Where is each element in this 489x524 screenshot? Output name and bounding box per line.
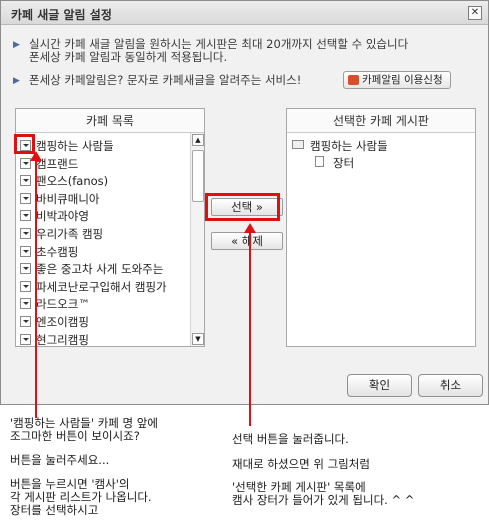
note-left-2: 조그마한 버튼이 보이시죠? — [10, 429, 140, 443]
expand-button-icon[interactable] — [20, 245, 31, 257]
pointer-arrow-right-icon — [244, 223, 256, 233]
title-bar: 카페 새글 알림 설정 ✕ — [1, 1, 488, 25]
cancel-button[interactable]: 취소 — [418, 374, 483, 397]
cafe-name-label: 우리가족 캠핑 — [36, 227, 104, 241]
scroll-up-icon[interactable]: ▲ — [192, 134, 204, 146]
scroll-down-icon[interactable]: ▼ — [192, 333, 204, 345]
cafe-list-panel: 카페 목록 캠핑하는 사람들캠프랜드팬오스(fanos) 바비큐매니아비박과야영우… — [15, 108, 205, 347]
cafe-name-label: 엔조이캠핑 — [36, 315, 89, 329]
cafe-list-item[interactable]: 라드오크™ — [16, 295, 186, 312]
board-icon — [315, 156, 324, 167]
expand-button-icon[interactable] — [20, 210, 31, 222]
cafe-name-label: 바비큐매니아 — [36, 191, 100, 206]
note-left-6: 장터를 선택하시고 — [10, 503, 99, 517]
cafe-name-label: 파세코난로구입해서 캠핑가 — [36, 279, 167, 294]
note-right-1: 선택 버튼을 눌러줍니다. — [232, 432, 349, 446]
cafe-list-item[interactable]: 파세코난로구입해서 캠핑가 — [16, 278, 186, 295]
confirm-button[interactable]: 확인 — [347, 374, 412, 397]
note-left-3: 버튼을 눌러주세요... — [10, 453, 110, 467]
cafe-list-item[interactable]: 현그리캠핑 — [16, 331, 186, 348]
pointer-line-left — [35, 160, 37, 418]
pointer-arrow-left-icon — [30, 151, 42, 161]
cafe-name-label: 좋은 중고차 사게 도와주는 — [36, 262, 164, 277]
expand-button-icon[interactable] — [20, 228, 31, 239]
cafe-name-label: 캠핑하는 사람들 — [36, 139, 114, 153]
selected-cafe-label: 캠핑하는 사람들 — [310, 139, 388, 153]
expand-button-icon[interactable] — [20, 333, 31, 345]
cafe-list-item[interactable]: 우리가족 캠핑 — [16, 225, 186, 242]
expand-button-icon[interactable] — [20, 280, 31, 292]
remove-button[interactable]: « 해제 — [211, 232, 283, 250]
folder-icon — [292, 140, 304, 149]
bullet-arrow-icon: ▶ — [13, 76, 20, 86]
note-right-2: 재대로 하셨으면 위 그림처럼 — [232, 457, 370, 471]
expand-button-icon[interactable] — [20, 298, 31, 310]
note-right-4: 캠사 장터가 들어가 있게 됩니다. ^ ^ — [232, 493, 415, 507]
cafe-name-label: 라드오크™ — [36, 297, 90, 312]
cafe-list-header: 카페 목록 — [16, 109, 204, 133]
close-button[interactable]: ✕ — [468, 6, 482, 20]
expand-button-icon[interactable] — [20, 316, 31, 327]
close-icon: ✕ — [470, 7, 480, 18]
cafe-list-item[interactable]: 팬오스(fanos) — [16, 172, 186, 189]
selected-board-panel: 선택한 카페 게시판 캠핑하는 사람들 장터 — [286, 108, 476, 347]
cafe-list-item[interactable]: 좋은 중고차 사게 도와주는 — [16, 260, 186, 277]
expand-button-icon[interactable] — [20, 192, 31, 204]
phone-icon — [348, 75, 359, 85]
info-text-1b: 폰세상 카페 알림과 동일하게 적용됩니다. — [29, 50, 228, 64]
alert-apply-button[interactable]: 카페알림 이용신청 — [343, 71, 451, 89]
cafe-list-item[interactable]: 초수캠핑 — [16, 243, 186, 260]
info-text-2: 폰세상 카페알림은? 문자로 카페새글을 알려주는 서비스! — [29, 73, 302, 87]
cafe-list-item[interactable]: 바비큐매니아 — [16, 190, 186, 207]
selected-board-header: 선택한 카페 게시판 — [287, 109, 475, 133]
selected-board-label: 장터 — [333, 156, 355, 170]
cafe-name-label: 현그리캠핑 — [36, 332, 89, 347]
cafe-name-label: 팬오스(fanos) — [36, 174, 109, 189]
cafe-name-label: 초수캠핑 — [36, 244, 79, 259]
highlight-select-button — [205, 193, 280, 221]
pointer-line-right — [249, 232, 251, 426]
cafe-name-label: 비박과야영 — [36, 209, 89, 224]
cafe-list-item[interactable]: 비박과야영 — [16, 207, 186, 224]
bullet-arrow-icon: ▶ — [13, 40, 20, 50]
cafe-list-scrollbar[interactable]: ▲ ▼ — [190, 133, 204, 346]
apply-button-label: 카페알림 이용신청 — [362, 74, 443, 86]
scroll-thumb[interactable] — [192, 150, 204, 202]
cafe-list-item[interactable]: 엔조이캠핑 — [16, 313, 186, 330]
dialog-title: 카페 새글 알림 설정 — [11, 8, 112, 22]
cafe-name-label: 캠프랜드 — [36, 156, 79, 171]
expand-button-icon[interactable] — [20, 263, 31, 275]
expand-button-icon[interactable] — [20, 175, 31, 187]
